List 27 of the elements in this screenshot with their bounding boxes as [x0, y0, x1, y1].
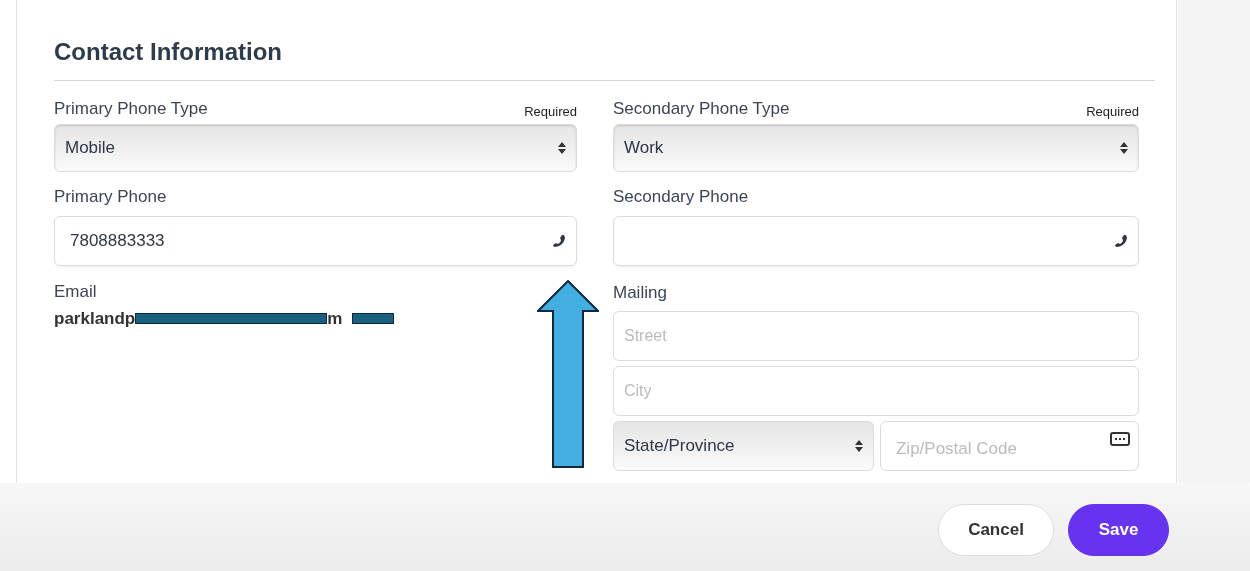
field-label: Secondary Phone Type: [613, 97, 790, 120]
field-label: Primary Phone Type: [54, 97, 208, 120]
select-field[interactable]: Work: [613, 124, 1139, 172]
phone-icon: [552, 233, 566, 248]
field-label: Email: [54, 280, 98, 303]
phone-field[interactable]: 7808883333: [54, 215, 577, 266]
select-arrows-icon: [1120, 141, 1128, 155]
city-field[interactable]: City: [613, 366, 1139, 416]
save-button[interactable]: Save: [1068, 504, 1169, 556]
cancel-button[interactable]: Cancel: [938, 504, 1054, 556]
email-text: m: [327, 308, 343, 330]
email-text: parklandp: [54, 308, 136, 330]
select-field[interactable]: State/Province: [613, 421, 874, 471]
section-title: Contact Information: [54, 34, 1155, 81]
field-label: Secondary Phone: [613, 186, 750, 208]
select-field[interactable]: Mobile: [54, 124, 577, 172]
field-label: Primary Phone: [54, 186, 168, 208]
phone-field[interactable]: [613, 215, 1139, 266]
select-arrows-icon: [855, 439, 863, 453]
select-arrows-icon: [558, 141, 566, 155]
field-label: Mailing: [613, 281, 668, 304]
street-field[interactable]: Street: [613, 311, 1139, 361]
keyboard-icon: [1110, 432, 1130, 446]
phone-icon: [1114, 233, 1128, 248]
required-label: Required: [524, 102, 577, 121]
redaction-bar: [352, 313, 395, 325]
required-label: Required: [1086, 102, 1139, 121]
